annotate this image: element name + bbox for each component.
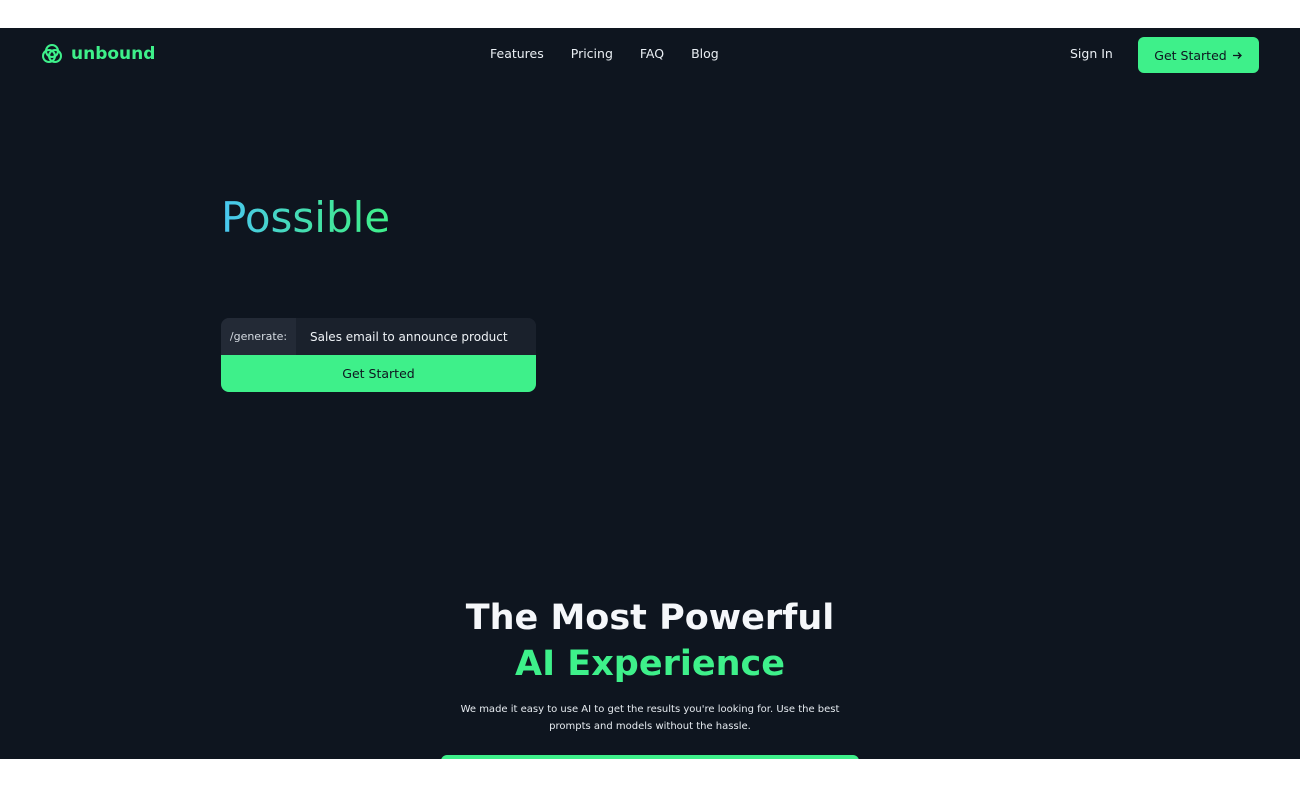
hero-headline: Possible [221,193,391,242]
get-started-button[interactable]: Get Started [1138,37,1259,73]
generate-get-started-button[interactable]: Get Started [221,355,536,392]
nav-pricing[interactable]: Pricing [571,46,613,61]
section-cta-button-partial[interactable] [441,755,859,759]
nav-blog[interactable]: Blog [691,46,719,61]
unbound-logo-icon [42,44,62,63]
nav-faq[interactable]: FAQ [640,46,664,61]
section-title-line1: The Most Powerful [465,598,835,638]
section-description: We made it easy to use AI to get the res… [460,704,840,732]
section-title-line2: AI Experience [515,644,785,684]
arrow-right-icon [1232,51,1242,59]
brand-name: unbound [71,44,156,64]
sign-in-link[interactable]: Sign In [1070,46,1113,61]
nav-features[interactable]: Features [490,46,544,61]
generate-prefix: /generate: [221,318,296,355]
generate-input[interactable] [296,318,536,355]
app-window: unbound Features Pricing FAQ Blog Sign I… [0,28,1300,759]
generate-box: /generate: Get Started [221,318,536,392]
main-nav: Features Pricing FAQ Blog [490,46,719,61]
brand-logo[interactable]: unbound [41,43,155,65]
get-started-label: Get Started [1154,47,1227,63]
